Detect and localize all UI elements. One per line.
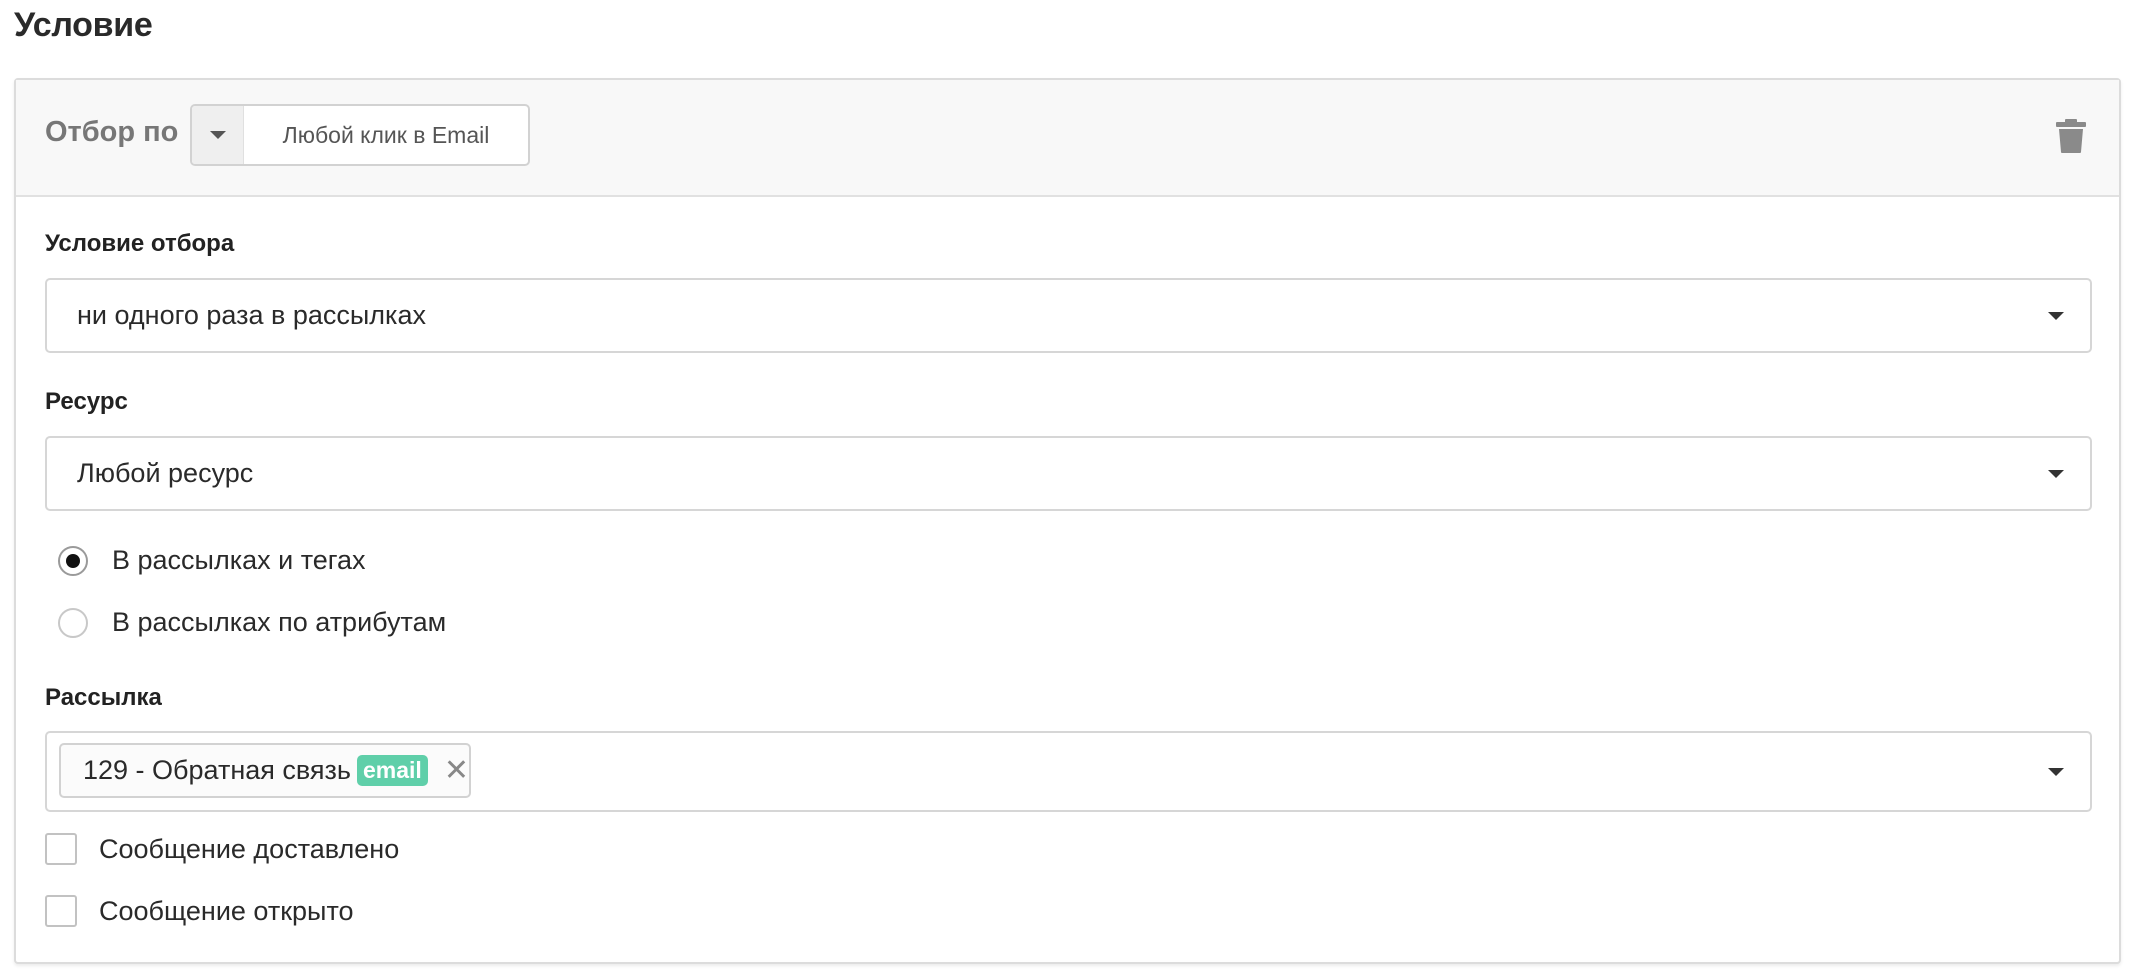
trash-icon[interactable] <box>2055 118 2087 154</box>
checkbox-delivered[interactable]: Сообщение доставлено <box>45 833 399 865</box>
chevron-down-icon <box>2048 311 2064 320</box>
resource-label: Ресурс <box>45 388 128 415</box>
chevron-down-icon <box>2048 767 2064 776</box>
radio-button[interactable] <box>58 607 88 638</box>
chevron-down-icon <box>209 131 226 139</box>
checkbox-label: Сообщение доставлено <box>99 833 400 864</box>
chevron-down-icon <box>2048 469 2064 478</box>
close-icon[interactable]: ✕ <box>444 755 469 786</box>
condition-label: Условие отбора <box>45 230 235 257</box>
mailing-tag: 129 - Обратная связь email ✕ <box>59 743 471 798</box>
filter-dropdown-toggle[interactable] <box>192 106 244 164</box>
radio-label: В рассылках по атрибутам <box>112 607 447 637</box>
checkbox[interactable] <box>45 833 77 865</box>
checkbox-label: Сообщение открыто <box>99 895 354 926</box>
radio-label: В рассылках и тегах <box>112 545 366 575</box>
condition-card: Отбор по Любой клик в Email Условие отбо… <box>14 78 2121 964</box>
resource-select[interactable]: Любой ресурс <box>45 436 2092 511</box>
page-title: Условие <box>14 6 153 44</box>
filter-label: Отбор по <box>45 116 179 148</box>
radio-dot <box>66 553 80 568</box>
filter-type-value: Любой клик в Email <box>282 121 490 148</box>
mailing-multiselect[interactable]: 129 - Обратная связь email ✕ <box>45 731 2092 812</box>
checkbox[interactable] <box>45 895 77 927</box>
radio-button[interactable] <box>58 545 88 576</box>
condition-value: ни одного раза в рассылках <box>77 300 426 330</box>
condition-select[interactable]: ни одного раза в рассылках <box>45 278 2092 353</box>
filter-type-select[interactable]: Любой клик в Email <box>190 104 530 166</box>
resource-value: Любой ресурс <box>77 458 254 488</box>
email-badge: email <box>356 755 428 786</box>
mailing-tag-text: 129 - Обратная связь <box>83 755 351 785</box>
card-header: Отбор по Любой клик в Email <box>16 80 2119 197</box>
mailing-label: Рассылка <box>45 684 162 711</box>
radio-mailings-by-attributes[interactable]: В рассылках по атрибутам <box>58 607 446 638</box>
radio-mailings-and-tags[interactable]: В рассылках и тегах <box>58 545 366 576</box>
checkbox-opened[interactable]: Сообщение открыто <box>45 895 354 927</box>
